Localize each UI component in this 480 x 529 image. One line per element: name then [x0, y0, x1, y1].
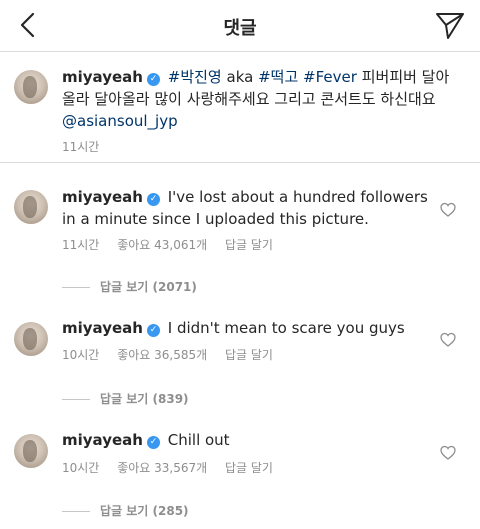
reply-button[interactable]: 답글 달기 — [225, 461, 273, 475]
heart-icon[interactable] — [440, 332, 456, 348]
hashtag-link[interactable]: #떡고 — [258, 68, 298, 86]
comment-text: miyayeah ✓ I've lost about a hundred foll… — [62, 186, 432, 230]
page-title: 댓글 — [223, 18, 257, 39]
comment-username[interactable]: miyayeah — [62, 431, 143, 449]
view-replies-button[interactable]: 답글 보기 (839) — [62, 390, 189, 407]
view-replies-button[interactable]: 답글 보기 (2071) — [62, 278, 197, 295]
comment-username[interactable]: miyayeah — [62, 188, 143, 206]
comment-text: miyayeah ✓ Chill out — [62, 429, 432, 451]
avatar[interactable] — [14, 190, 48, 224]
like-count[interactable]: 좋아요 36,585개 — [117, 348, 207, 362]
hashtag-link[interactable]: #Fever — [303, 68, 357, 86]
divider-line — [62, 287, 90, 288]
heart-icon[interactable] — [440, 202, 456, 218]
reply-button[interactable]: 답글 달기 — [225, 348, 273, 362]
view-replies-label: 답글 보기 (285) — [100, 504, 189, 518]
verified-badge-icon: ✓ — [146, 193, 160, 206]
verified-badge-icon: ✓ — [146, 73, 160, 86]
view-replies-label: 답글 보기 (2071) — [100, 280, 197, 294]
divider-line — [62, 511, 90, 512]
comment-body: I didn't mean to scare you guys — [167, 319, 405, 337]
avatar[interactable] — [14, 322, 48, 356]
like-count[interactable]: 좋아요 33,567개 — [117, 461, 207, 475]
caption-fragment: aka — [226, 68, 254, 86]
comment-text: miyayeah ✓ I didn't mean to scare you guy… — [62, 317, 432, 339]
verified-badge-icon: ✓ — [146, 436, 160, 449]
comment-username[interactable]: miyayeah — [62, 319, 143, 337]
avatar[interactable] — [14, 70, 48, 104]
view-replies-label: 답글 보기 (839) — [100, 392, 189, 406]
comment-meta: 10시간 좋아요 33,567개 답글 달기 — [62, 459, 287, 476]
heart-icon[interactable] — [440, 445, 456, 461]
comment-time: 11시간 — [62, 238, 100, 252]
hashtag-link[interactable]: #박진영 — [168, 68, 222, 86]
caption-text: miyayeah ✓ #박진영 aka #떡고 #Fever 피버피버 달아올라 … — [62, 66, 457, 132]
verified-badge-icon: ✓ — [146, 324, 160, 337]
comment-body: Chill out — [167, 431, 230, 449]
reply-button[interactable]: 답글 달기 — [225, 238, 273, 252]
paper-plane-icon[interactable] — [434, 10, 466, 42]
avatar[interactable] — [14, 434, 48, 468]
divider-line — [62, 399, 90, 400]
comment-time: 10시간 — [62, 461, 100, 475]
comment-meta: 10시간 좋아요 36,585개 답글 달기 — [62, 346, 287, 363]
caption-username[interactable]: miyayeah — [62, 68, 143, 86]
comment-meta: 11시간 좋아요 43,061개 답글 달기 — [62, 236, 287, 253]
caption-time: 11시간 — [62, 140, 100, 154]
comment-time: 10시간 — [62, 348, 100, 362]
header-bar: 댓글 — [0, 0, 480, 52]
view-replies-button[interactable]: 답글 보기 (285) — [62, 502, 189, 519]
mention-link[interactable]: @asiansoul_jyp — [62, 112, 178, 130]
caption-block: miyayeah ✓ #박진영 aka #떡고 #Fever 피버피버 달아올라 … — [0, 52, 480, 163]
like-count[interactable]: 좋아요 43,061개 — [117, 238, 207, 252]
